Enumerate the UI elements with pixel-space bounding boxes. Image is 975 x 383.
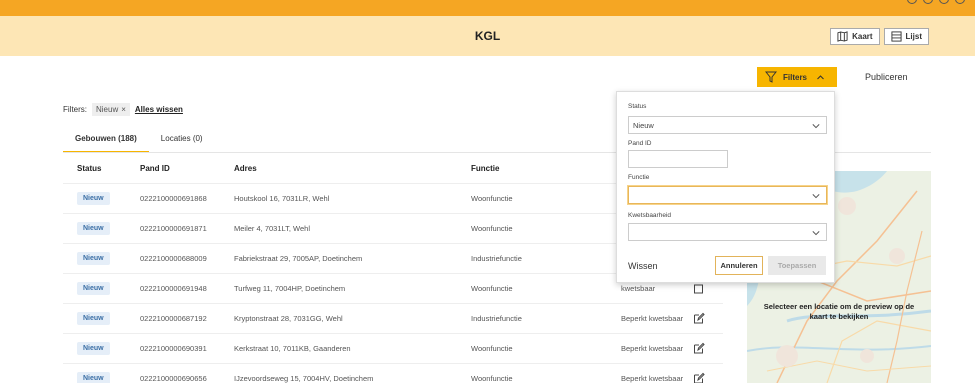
status-badge: Nieuw xyxy=(77,342,110,355)
status-filter-label: Status xyxy=(628,103,647,110)
filters-label: Filters xyxy=(783,72,808,82)
pand-id-cell: 0222100000691871 xyxy=(140,224,207,233)
status-select-value: Nieuw xyxy=(633,120,654,130)
pand-id-cell: 0222100000687192 xyxy=(140,314,207,323)
kwetsbaarheid-select[interactable] xyxy=(628,223,827,241)
kwetsbaarheid-cell: kwetsbaar xyxy=(621,283,656,293)
map-icon xyxy=(837,31,848,42)
chevron-down-icon xyxy=(812,124,820,129)
adres-cell: Kryptonstraat 28, 7031GG, Wehl xyxy=(234,314,343,323)
list-icon xyxy=(891,31,902,42)
status-badge: Nieuw xyxy=(77,192,110,205)
status-select[interactable]: Nieuw xyxy=(628,116,827,134)
chevron-down-icon xyxy=(812,231,820,236)
filter-chip-label: Nieuw xyxy=(96,105,119,114)
filter-chip[interactable]: Nieuw × xyxy=(92,103,130,116)
functie-select[interactable] xyxy=(628,186,827,204)
status-badge: Nieuw xyxy=(77,282,110,295)
kwetsbaarheid-cell: Beperkt kwetsbaar xyxy=(621,343,684,353)
clear-filters-button[interactable]: Wissen xyxy=(628,261,658,271)
circle-icon[interactable] xyxy=(939,0,949,4)
top-strip xyxy=(0,0,975,16)
filters-button[interactable]: Filters xyxy=(757,67,837,87)
functie-cell: Woonfunctie xyxy=(471,284,513,293)
chevron-up-icon xyxy=(817,74,824,79)
page-title: KGL xyxy=(474,29,501,43)
functie-cell: Woonfunctie xyxy=(471,344,513,353)
pand-id-cell: 0222100000690391 xyxy=(140,344,207,353)
pand-id-filter-label: Pand ID xyxy=(628,140,652,147)
functie-cell: Woonfunctie xyxy=(471,224,513,233)
list-view-button[interactable]: Lijst xyxy=(883,28,929,45)
window-controls xyxy=(907,0,965,4)
circle-icon[interactable] xyxy=(955,0,965,4)
column-header-adres[interactable]: Adres xyxy=(234,164,471,173)
status-badge: Nieuw xyxy=(77,222,110,235)
pand-id-cell: 0222100000688009 xyxy=(140,254,207,263)
functie-cell: Industriefunctie xyxy=(471,314,522,323)
funnel-icon xyxy=(765,71,777,83)
column-header-pand-id[interactable]: Pand ID xyxy=(140,164,234,173)
edit-icon[interactable] xyxy=(693,282,723,296)
active-filters-bar: Filters: Nieuw × Alles wissen xyxy=(63,103,183,116)
adres-cell: Kerkstraat 10, 7011KB, Gaanderen xyxy=(234,344,351,353)
pand-id-cell: 0222100000691948 xyxy=(140,284,207,293)
adres-cell: Houtskool 16, 7031LR, Wehl xyxy=(234,194,330,203)
status-badge: Nieuw xyxy=(77,312,110,325)
table-row[interactable]: Nieuw 0222100000690656 IJzevoordseweg 15… xyxy=(63,363,723,383)
adres-cell: Meiler 4, 7031LT, Wehl xyxy=(234,224,311,233)
status-badge: Nieuw xyxy=(77,372,110,383)
map-view-label: Kaart xyxy=(852,32,873,41)
active-filters-label: Filters: xyxy=(63,105,87,114)
tab-gebouwen[interactable]: Gebouwen (188) xyxy=(63,128,149,153)
column-header-functie[interactable]: Functie xyxy=(471,164,621,173)
publish-button[interactable]: Publiceren xyxy=(865,72,908,82)
filter-panel: Status Nieuw Pand ID Functie Kwetsbaarhe… xyxy=(616,91,835,283)
adres-cell: Turfweg 11, 7004HP, Doetinchem xyxy=(234,284,346,293)
circle-icon[interactable] xyxy=(907,0,917,4)
list-view-label: Lijst xyxy=(905,32,922,41)
cancel-button[interactable]: Annuleren xyxy=(715,256,763,275)
adres-cell: Fabriekstraat 29, 7005AP, Doetinchem xyxy=(234,254,363,263)
functie-cell: Woonfunctie xyxy=(471,374,513,383)
edit-icon[interactable] xyxy=(693,312,723,326)
kwetsbaarheid-cell: Beperkt kwetsbaar xyxy=(621,373,684,383)
pand-id-cell: 0222100000691868 xyxy=(140,194,207,203)
map-view-button[interactable]: Kaart xyxy=(830,28,880,45)
close-icon[interactable]: × xyxy=(121,105,126,114)
page-header: KGL Kaart Lijst xyxy=(0,16,975,56)
map-message: Selecteer een locatie om de preview op d… xyxy=(763,302,915,321)
circle-icon[interactable] xyxy=(923,0,933,4)
apply-button[interactable]: Toepassen xyxy=(768,256,826,275)
kwetsbaarheid-filter-label: Kwetsbaarheid xyxy=(628,212,671,219)
kwetsbaarheid-cell: Beperkt kwetsbaar xyxy=(621,313,684,323)
tab-bar: Gebouwen (188) Locaties (0) xyxy=(63,128,215,153)
functie-filter-label: Functie xyxy=(628,174,650,181)
tab-locaties[interactable]: Locaties (0) xyxy=(149,128,215,153)
functie-cell: Industriefunctie xyxy=(471,254,522,263)
clear-all-link[interactable]: Alles wissen xyxy=(135,105,183,114)
functie-cell: Woonfunctie xyxy=(471,194,513,203)
adres-cell: IJzevoordseweg 15, 7004HV, Doetinchem xyxy=(234,374,374,383)
view-toggle: Kaart Lijst xyxy=(830,28,929,45)
edit-icon[interactable] xyxy=(693,342,723,356)
status-badge: Nieuw xyxy=(77,252,110,265)
chevron-down-icon xyxy=(812,194,820,199)
column-header-status[interactable]: Status xyxy=(63,164,140,173)
pand-id-input[interactable] xyxy=(628,150,728,168)
edit-icon[interactable] xyxy=(693,372,723,383)
pand-id-cell: 0222100000690656 xyxy=(140,374,207,383)
table-row[interactable]: Nieuw 0222100000687192 Kryptonstraat 28,… xyxy=(63,303,723,333)
table-row[interactable]: Nieuw 0222100000690391 Kerkstraat 10, 70… xyxy=(63,333,723,363)
